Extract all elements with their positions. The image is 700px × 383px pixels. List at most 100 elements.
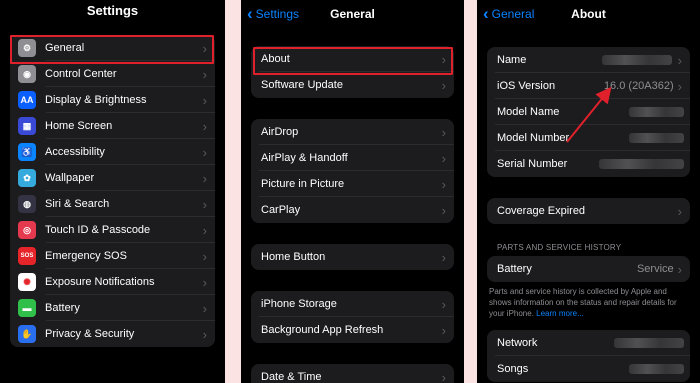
settings-item-label: Emergency SOS [45,250,127,262]
settings-item-battery[interactable]: ▬ Battery › [10,295,215,321]
row-label: Picture in Picture [261,178,345,190]
display-brightness-icon: AA [18,91,36,109]
chevron-right-icon: › [677,261,682,277]
chevron-right-icon: › [441,322,446,338]
chevron-right-icon: › [441,202,446,218]
settings-item-home-screen[interactable]: ▦ Home Screen › [10,113,215,139]
about-highlight-box [253,47,453,75]
settings-screen: Settings ⚙ General › ◉ Control Center › AA Disp… [0,0,225,383]
settings-item-touch-id-passcode[interactable]: ◎ Touch ID & Passcode › [10,217,215,243]
chevron-right-icon: › [202,196,207,212]
settings-item-siri-search[interactable]: ◍ Siri & Search › [10,191,215,217]
settings-item-label: Display & Brightness [45,94,147,106]
back-label: Settings [255,7,300,21]
row-label: Date & Time [261,371,322,383]
chevron-right-icon: › [677,203,682,219]
back-button[interactable]: ‹ General [483,5,535,22]
row-carplay[interactable]: CarPlay › [251,197,454,223]
row-label: Songs [497,363,529,375]
row-name[interactable]: Name › [487,47,690,73]
row-iphone-storage[interactable]: iPhone Storage › [251,291,454,317]
parts-footer: Parts and service history is collected b… [489,286,687,319]
chevron-right-icon: › [202,274,207,290]
redacted-value [629,364,684,374]
row-date-time[interactable]: Date & Time › [251,364,454,383]
chevron-left-icon: ‹ [247,4,253,23]
row-background-app-refresh[interactable]: Background App Refresh › [251,317,454,343]
settings-item-display-brightness[interactable]: AA Display & Brightness › [10,87,215,113]
row-label: Home Button [261,251,326,263]
hand-icon: ✋ [18,325,36,343]
row-label: Coverage Expired [497,205,586,217]
battery-status-value: Service [636,263,674,275]
settings-item-label: Touch ID & Passcode [45,224,151,236]
settings-item-emergency-sos[interactable]: SOS Emergency SOS › [10,243,215,269]
chevron-right-icon: › [202,118,207,134]
chevron-right-icon: › [441,296,446,312]
chevron-right-icon: › [441,150,446,166]
wallpaper-icon: ✿ [18,169,36,187]
exposure-notifications-icon: ✺ [18,273,36,291]
about-screen: ‹ General About Name › iOS Version 16.0 (2… [477,0,700,383]
chevron-right-icon: › [202,326,207,342]
battery-icon: ▬ [18,299,36,317]
back-label: General [491,7,535,21]
row-label: Name [497,54,527,66]
general-screen: ‹ Settings General About › Software Updat… [241,0,464,383]
about-stats-group: Network Songs [487,330,690,382]
chevron-right-icon: › [202,300,207,316]
general-group-2: AirDrop › AirPlay & Handoff › Picture in P… [251,119,454,223]
settings-item-label: Battery [45,302,80,314]
settings-item-label: Siri & Search [45,198,110,210]
row-label: Background App Refresh [261,324,384,336]
chevron-right-icon: › [202,66,207,82]
settings-item-control-center[interactable]: ◉ Control Center › [10,61,215,87]
settings-item-accessibility[interactable]: ♿ Accessibility › [10,139,215,165]
settings-list: ⚙ General › ◉ Control Center › AA Display & Bri… [10,35,215,347]
chevron-right-icon: › [677,78,682,94]
control-center-icon: ◉ [18,65,36,83]
redacted-value [601,55,672,65]
row-label: Network [497,337,538,349]
chevron-right-icon: › [441,249,446,265]
row-label: AirDrop [261,126,299,138]
row-songs: Songs [487,356,690,382]
settings-item-label: Wallpaper [45,172,95,184]
learn-more-link[interactable]: Learn more... [536,309,584,318]
parts-service-header: PARTS AND SERVICE HISTORY [497,243,622,252]
home-screen-icon: ▦ [18,117,36,135]
general-highlight-box [10,35,214,64]
general-group-4: iPhone Storage › Background App Refresh › [251,291,454,343]
row-coverage[interactable]: Coverage Expired › [487,198,690,224]
redacted-value [614,338,684,348]
sos-icon: SOS [18,247,36,265]
row-label: Battery [497,263,532,275]
row-software-update[interactable]: Software Update › [251,72,454,98]
chevron-right-icon: › [202,170,207,186]
row-label: CarPlay [261,204,301,216]
row-battery[interactable]: Battery Service › [487,256,690,282]
fingerprint-icon: ◎ [18,221,36,239]
accessibility-icon: ♿ [18,143,36,161]
settings-item-label: Privacy & Security [45,328,135,340]
row-home-button[interactable]: Home Button › [251,244,454,270]
chevron-right-icon: › [441,77,446,93]
general-group-5: Date & Time › [251,364,454,383]
settings-item-privacy-security[interactable]: ✋ Privacy & Security › [10,321,215,347]
row-label: iPhone Storage [261,298,337,310]
back-button[interactable]: ‹ Settings [247,4,300,23]
row-airplay-handoff[interactable]: AirPlay & Handoff › [251,145,454,171]
settings-item-exposure-notifications[interactable]: ✺ Exposure Notifications › [10,269,215,295]
settings-item-wallpaper[interactable]: ✿ Wallpaper › [10,165,215,191]
redacted-value [629,107,684,117]
chevron-right-icon: › [441,176,446,192]
battery-group: Battery Service › [487,256,690,282]
row-serial-number: Serial Number [487,151,690,177]
chevron-right-icon: › [441,369,446,383]
row-label: Software Update [261,79,343,91]
settings-item-label: Home Screen [45,120,113,132]
chevron-right-icon: › [677,52,682,68]
row-airdrop[interactable]: AirDrop › [251,119,454,145]
redacted-value [599,159,684,169]
row-picture-in-picture[interactable]: Picture in Picture › [251,171,454,197]
